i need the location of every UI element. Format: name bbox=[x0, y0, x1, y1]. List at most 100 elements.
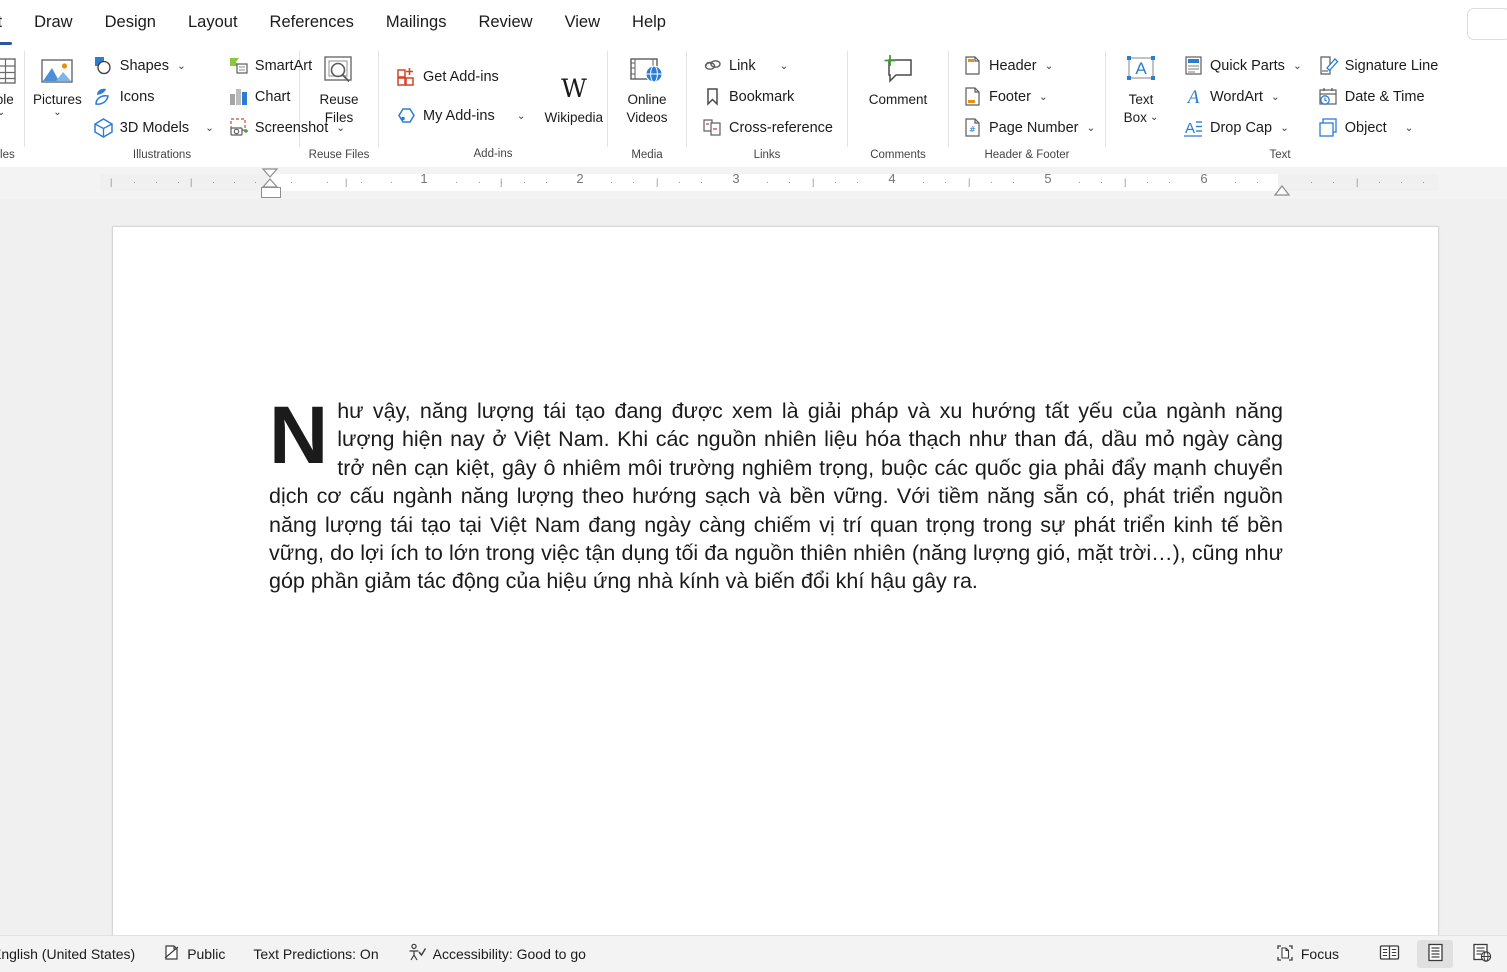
svg-text:A: A bbox=[1135, 59, 1147, 78]
chevron-down-icon[interactable]: ⌄ bbox=[53, 108, 61, 118]
chevron-down-icon[interactable]: ⌄ bbox=[1086, 122, 1095, 134]
chevron-down-icon[interactable]: ⌄ bbox=[205, 122, 214, 134]
header-label: Header bbox=[989, 57, 1037, 74]
status-language[interactable]: English (United States) bbox=[0, 940, 149, 968]
word-window: rt Draw Design Layout References Mailing… bbox=[0, 0, 1507, 972]
wikipedia-button[interactable]: W Wikipedia bbox=[541, 66, 607, 125]
status-language-label: English (United States) bbox=[0, 946, 136, 962]
object-button[interactable]: Object ⌄ bbox=[1313, 112, 1444, 143]
date-time-label: Date & Time bbox=[1344, 88, 1425, 105]
share-button-partial[interactable] bbox=[1467, 8, 1507, 40]
focus-label: Focus bbox=[1300, 946, 1339, 962]
text-col-1: Quick Parts ⌄ A WordArt ⌄ A Drop Cap ⌄ bbox=[1178, 48, 1307, 143]
wordart-label: WordArt bbox=[1210, 88, 1263, 105]
icons-button[interactable]: Icons bbox=[88, 81, 219, 112]
header-button[interactable]: Header ⌄ bbox=[957, 50, 1100, 81]
shapes-button[interactable]: Shapes ⌄ bbox=[88, 50, 219, 81]
my-addins-icon bbox=[396, 105, 417, 126]
3d-models-button[interactable]: 3D Models ⌄ bbox=[88, 112, 219, 143]
footer-button[interactable]: Footer ⌄ bbox=[957, 81, 1100, 112]
chevron-down-icon[interactable]: ⌄ bbox=[1280, 122, 1289, 134]
page-number-button[interactable]: # Page Number ⌄ bbox=[957, 112, 1100, 143]
tab-draw[interactable]: Draw bbox=[18, 4, 89, 42]
bookmark-button[interactable]: Bookmark bbox=[697, 81, 838, 112]
text-box-button[interactable]: A Text Box ⌄ bbox=[1108, 48, 1174, 125]
tab-layout-label: Layout bbox=[187, 13, 238, 31]
ribbon-group-header-footer: Header ⌄ Footer ⌄ # Page Number ⌄ Header… bbox=[949, 45, 1105, 167]
tab-review[interactable]: Review bbox=[462, 4, 548, 42]
tab-mailings[interactable]: Mailings bbox=[370, 4, 463, 42]
focus-button[interactable]: Focus bbox=[1262, 940, 1353, 968]
ruler[interactable]: | · · · | · · · · · · | · 1 · · · | · · 2 · · | · ·… bbox=[0, 167, 1507, 200]
pictures-button[interactable]: Pictures ⌄ bbox=[31, 48, 84, 118]
right-indent-marker[interactable] bbox=[1274, 185, 1290, 196]
chevron-down-icon[interactable]: ⌄ bbox=[1045, 60, 1054, 72]
table-button[interactable]: able ⌄ bbox=[0, 48, 24, 118]
pictures-label: Pictures bbox=[33, 92, 82, 107]
reuse-files-icon bbox=[321, 53, 357, 89]
get-addins-button[interactable]: Get Add-ins bbox=[391, 61, 531, 92]
tab-references[interactable]: References bbox=[254, 4, 370, 42]
drop-cap-button[interactable]: A Drop Cap ⌄ bbox=[1178, 112, 1307, 143]
print-layout-icon bbox=[1425, 942, 1446, 966]
chevron-down-icon[interactable]: ⌄ bbox=[1039, 91, 1048, 103]
bookmark-label: Bookmark bbox=[729, 88, 795, 105]
document-canvas[interactable]: Như vậy, năng lượng tái tạo đang được xe… bbox=[0, 199, 1507, 936]
chevron-down-icon[interactable]: ⌄ bbox=[1293, 60, 1302, 72]
date-time-button[interactable]: Date & Time bbox=[1313, 81, 1444, 112]
hanging-indent-marker[interactable] bbox=[262, 168, 278, 178]
comment-button[interactable]: Comment bbox=[848, 48, 948, 107]
tab-review-label: Review bbox=[478, 13, 533, 31]
tab-insert[interactable]: rt bbox=[0, 4, 18, 45]
tab-layout[interactable]: Layout bbox=[172, 4, 254, 42]
chevron-down-icon[interactable]: ⌄ bbox=[0, 108, 5, 118]
tab-help[interactable]: Help bbox=[616, 4, 682, 42]
print-layout-button[interactable] bbox=[1417, 940, 1453, 968]
chevron-down-icon[interactable]: ⌄ bbox=[780, 60, 789, 72]
ribbon-group-addins-label: Add-ins bbox=[473, 148, 513, 160]
signature-line-button[interactable]: Signature Line bbox=[1313, 50, 1444, 81]
text-box-icon: A bbox=[1121, 53, 1161, 89]
icons-icon bbox=[93, 86, 114, 107]
svg-text:A: A bbox=[1186, 87, 1200, 107]
read-mode-button[interactable] bbox=[1371, 940, 1407, 968]
chevron-down-icon[interactable]: ⌄ bbox=[1150, 113, 1158, 123]
document-page[interactable]: Như vậy, năng lượng tái tạo đang được xe… bbox=[112, 226, 1439, 936]
signature-line-icon bbox=[1318, 55, 1339, 76]
reuse-files-button[interactable]: Reuse Files bbox=[300, 48, 378, 125]
bookmark-icon bbox=[702, 86, 723, 107]
chevron-down-icon[interactable]: ⌄ bbox=[1271, 91, 1280, 103]
quick-parts-button[interactable]: Quick Parts ⌄ bbox=[1178, 50, 1307, 81]
tab-view[interactable]: View bbox=[549, 4, 616, 42]
status-sensitivity[interactable]: Public bbox=[149, 940, 239, 968]
wordart-button[interactable]: A WordArt ⌄ bbox=[1178, 81, 1307, 112]
tab-design[interactable]: Design bbox=[89, 4, 172, 42]
online-videos-button[interactable]: Online Videos bbox=[608, 48, 686, 125]
ribbon-group-addins: Get Add-ins My Add-ins ⌄ W Wikipedia Add… bbox=[379, 45, 607, 167]
svg-text:A: A bbox=[1185, 120, 1195, 137]
status-sensitivity-label: Public bbox=[187, 946, 226, 962]
tab-view-label: View bbox=[564, 13, 601, 31]
status-text-predictions[interactable]: Text Predictions: On bbox=[239, 940, 392, 968]
reuse-files-label-1: Reuse bbox=[319, 92, 359, 107]
comment-icon bbox=[878, 53, 918, 89]
ribbon-tab-strip: rt Draw Design Layout References Mailing… bbox=[0, 0, 1507, 45]
link-button[interactable]: Link ⌄ bbox=[697, 50, 838, 81]
status-accessibility[interactable]: Accessibility: Good to go bbox=[393, 940, 600, 968]
ruler-margin-left bbox=[100, 174, 268, 191]
chevron-down-icon[interactable]: ⌄ bbox=[517, 110, 526, 122]
tab-insert-label: rt bbox=[0, 13, 2, 32]
status-accessibility-label: Accessibility: Good to go bbox=[432, 946, 586, 962]
cross-reference-button[interactable]: Cross-reference bbox=[697, 112, 838, 143]
ribbon-group-reuse-files-label: Reuse Files bbox=[308, 148, 370, 161]
my-addins-button[interactable]: My Add-ins ⌄ bbox=[391, 100, 531, 131]
left-indent-marker[interactable] bbox=[261, 187, 281, 198]
chevron-down-icon[interactable]: ⌄ bbox=[1405, 122, 1414, 134]
chevron-down-icon[interactable]: ⌄ bbox=[177, 60, 186, 72]
header-footer-col: Header ⌄ Footer ⌄ # Page Number ⌄ bbox=[957, 48, 1100, 143]
drop-cap-icon: A bbox=[1183, 117, 1204, 138]
web-layout-button[interactable] bbox=[1463, 940, 1499, 968]
text-box-label-2-row: Box ⌄ bbox=[1124, 110, 1159, 125]
document-body[interactable]: Như vậy, năng lượng tái tạo đang được xe… bbox=[269, 395, 1283, 596]
ruler-number-4: 4 bbox=[888, 171, 896, 186]
